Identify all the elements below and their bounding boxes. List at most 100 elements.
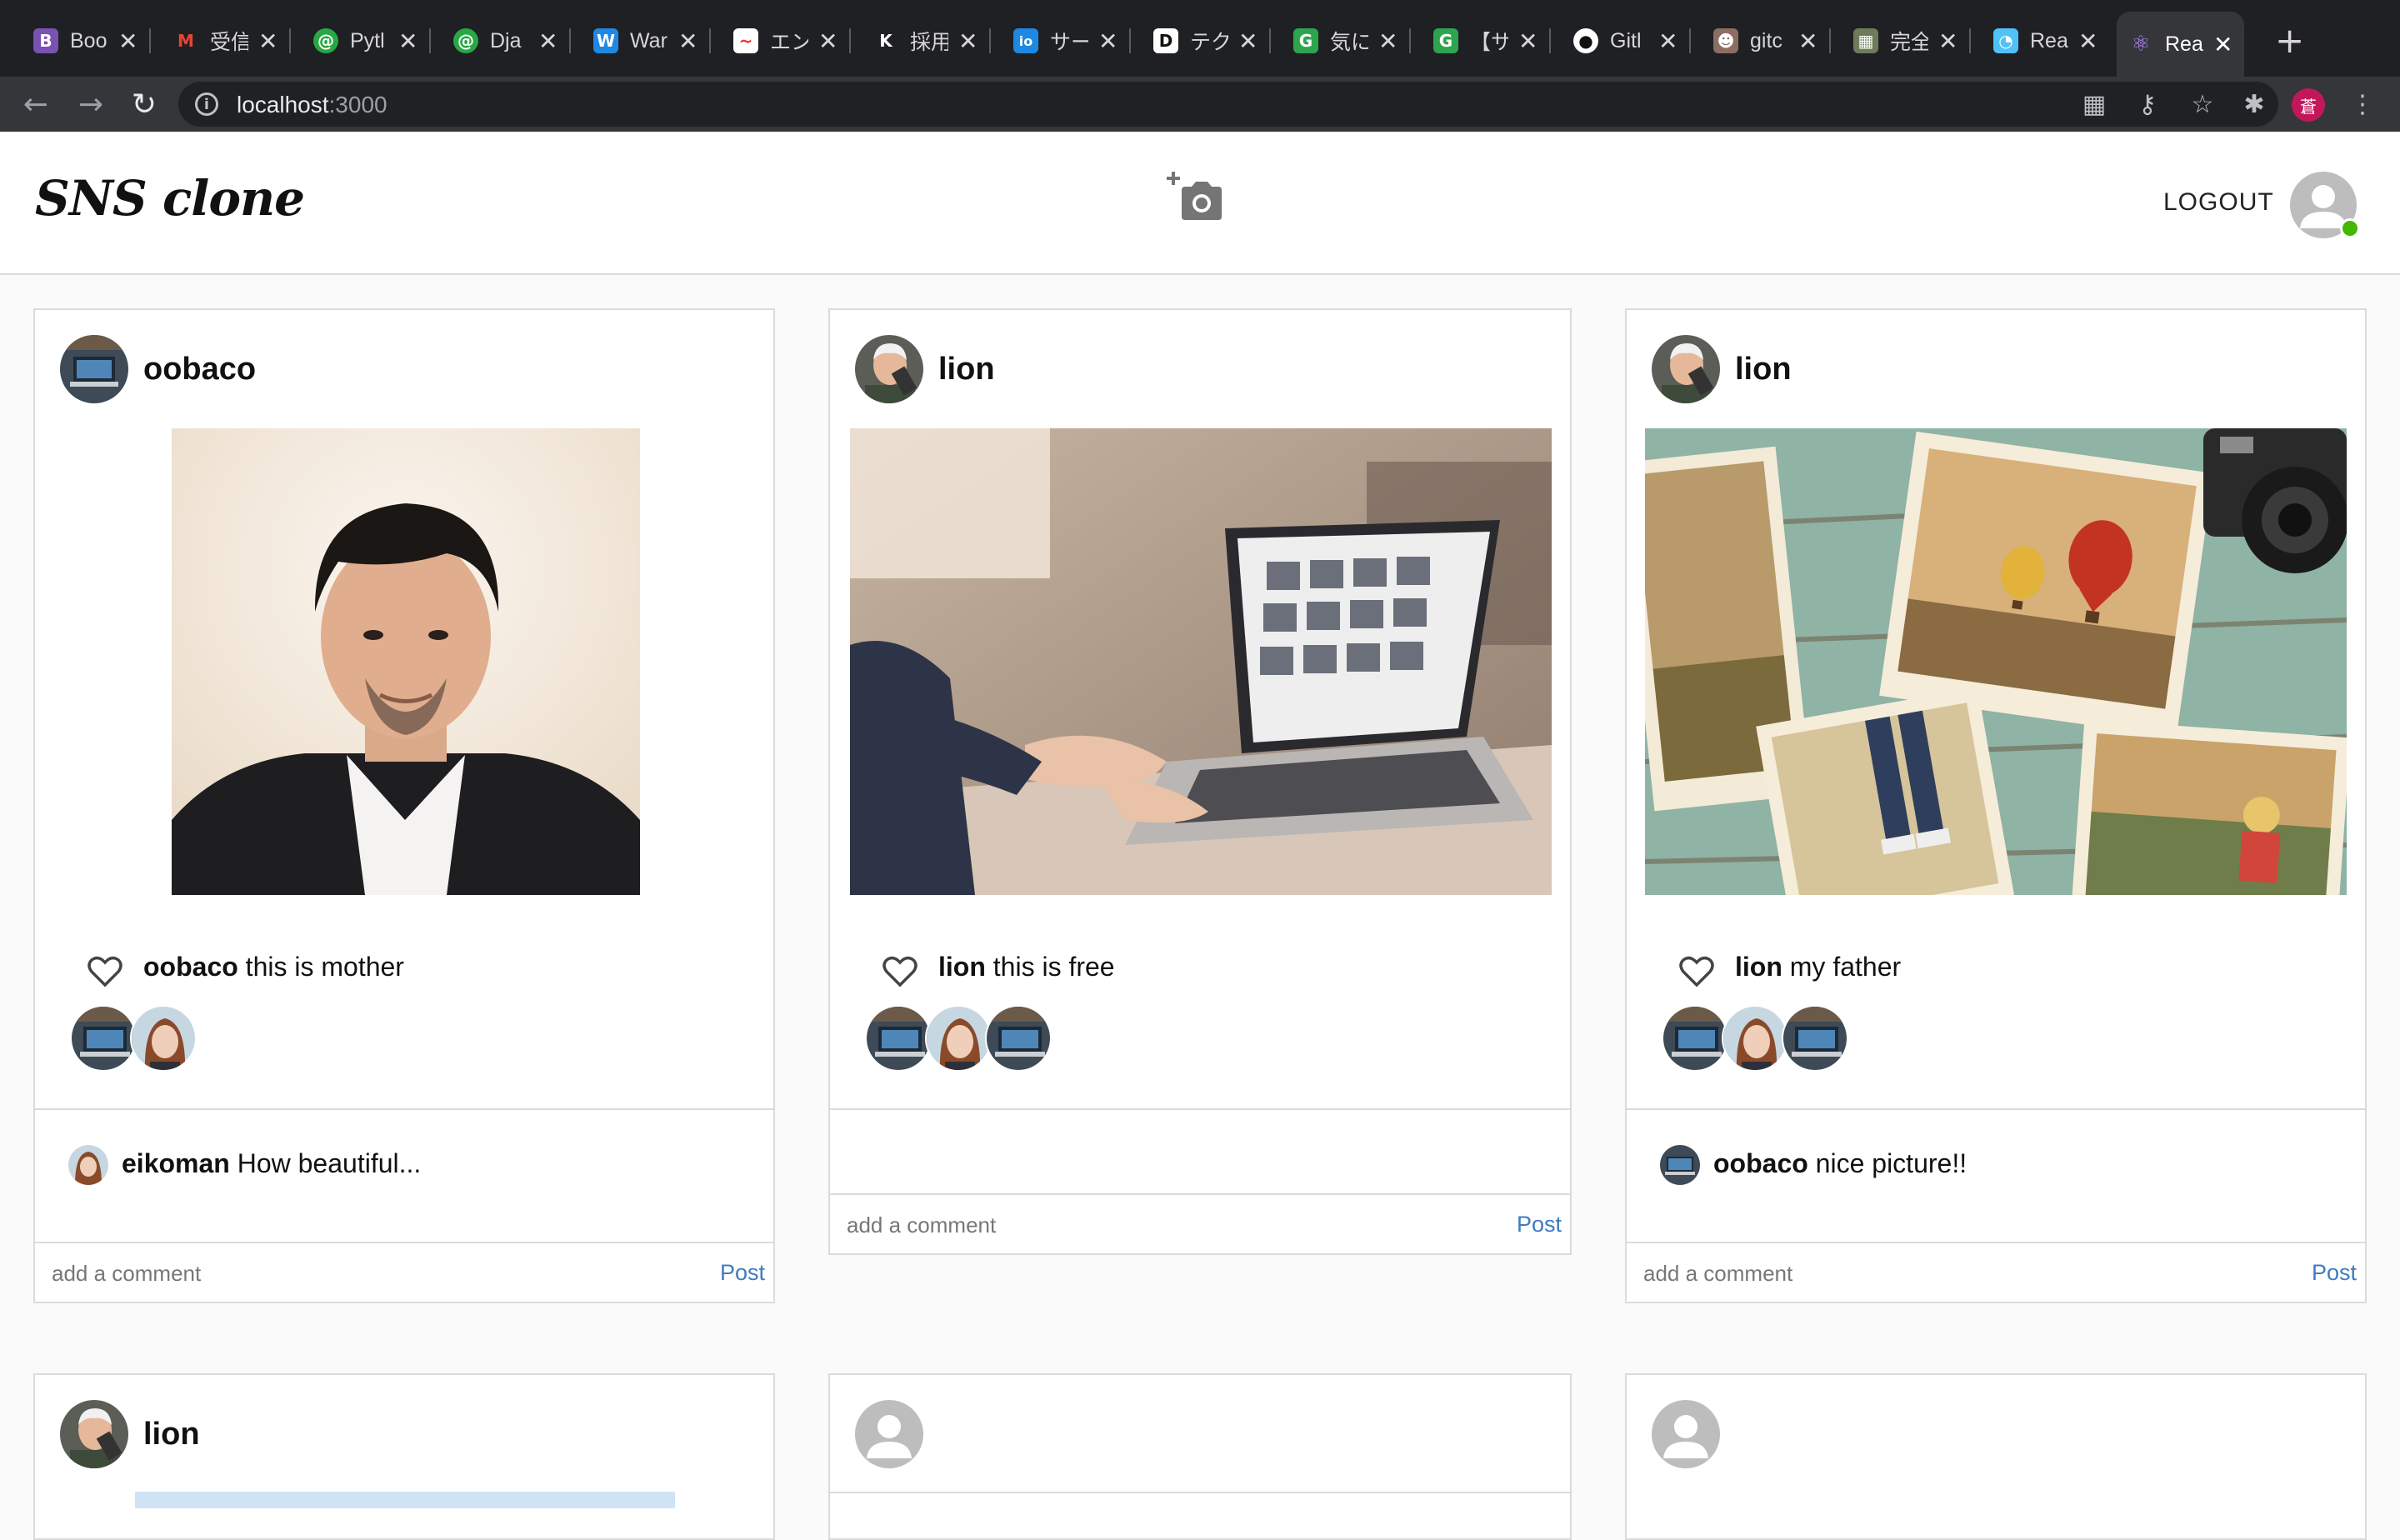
- comment-input[interactable]: [52, 1243, 569, 1302]
- tab-label: Rea: [2030, 28, 2068, 52]
- close-icon[interactable]: ✕: [1238, 28, 1258, 55]
- close-icon[interactable]: ✕: [1938, 28, 1958, 55]
- avatar[interactable]: [1652, 335, 1720, 403]
- post-button[interactable]: Post: [2312, 1260, 2357, 1286]
- avatar[interactable]: [68, 1145, 108, 1185]
- tab-react[interactable]: ◔ Rea ✕: [1982, 12, 2109, 70]
- avatar[interactable]: [1652, 1400, 1720, 1468]
- close-icon[interactable]: ✕: [258, 28, 278, 55]
- tab-gmail[interactable]: M 受信 ✕: [162, 12, 292, 70]
- heart-icon[interactable]: [882, 955, 918, 988]
- tab-github[interactable]: ● Gitl ✕: [1562, 12, 1692, 70]
- avatar[interactable]: [60, 1400, 128, 1468]
- close-icon[interactable]: ✕: [538, 28, 558, 55]
- online-status-badge: [2340, 218, 2360, 238]
- add-photo-icon[interactable]: [1167, 168, 1225, 227]
- comment-input[interactable]: [1643, 1243, 2161, 1302]
- close-icon[interactable]: ✕: [818, 28, 838, 55]
- forward-icon[interactable]: →: [72, 85, 110, 123]
- close-icon[interactable]: ✕: [2213, 31, 2232, 58]
- caption-username[interactable]: oobaco: [143, 952, 238, 982]
- tab-python[interactable]: @ Pytl ✕: [302, 12, 432, 70]
- tab-gitc[interactable]: ☻ gitc ✕: [1702, 12, 1832, 70]
- avatar[interactable]: [925, 1005, 992, 1072]
- tab-recruit[interactable]: K 採用 ✕: [862, 12, 992, 70]
- post-username[interactable]: lion: [1735, 352, 1792, 388]
- avatar[interactable]: [985, 1005, 1052, 1072]
- tab-label: Dja: [490, 28, 522, 52]
- caption-text: my father: [1782, 952, 1902, 982]
- new-tab-button[interactable]: +: [2275, 20, 2304, 61]
- info-icon[interactable]: i: [195, 92, 218, 116]
- post-button[interactable]: Post: [1517, 1212, 1562, 1238]
- photo-icon: ▦: [1853, 28, 1878, 53]
- tab-complete[interactable]: ▦ 完全 ✕: [1842, 12, 1972, 70]
- avatar[interactable]: [60, 335, 128, 403]
- logout-button[interactable]: LOGOUT: [2163, 188, 2274, 217]
- apps-grid-icon[interactable]: ▦: [2080, 90, 2108, 119]
- browser-toolbar: ← → ↻ i localhost:3000 ▦ ⚷ ☆ ✱ 蒼 ⋮: [0, 77, 2400, 132]
- back-icon[interactable]: ←: [17, 85, 55, 123]
- close-icon[interactable]: ✕: [398, 28, 418, 55]
- comment-input[interactable]: [847, 1195, 1365, 1253]
- avatar[interactable]: [1662, 1005, 1728, 1072]
- tab-tech[interactable]: D テク ✕: [1142, 12, 1272, 70]
- post-card: [1625, 1373, 2367, 1540]
- close-icon[interactable]: ✕: [2078, 28, 2098, 55]
- avatar[interactable]: [865, 1005, 932, 1072]
- circle-green-icon: @: [453, 28, 478, 53]
- tab-service[interactable]: io サー ✕: [1002, 12, 1132, 70]
- react-icon: ⚛: [2131, 32, 2151, 57]
- extensions-icon[interactable]: ✱: [2240, 90, 2268, 119]
- reload-icon[interactable]: ↻: [125, 85, 163, 123]
- star-icon[interactable]: ☆: [2188, 90, 2217, 119]
- heart-icon[interactable]: [87, 955, 123, 988]
- post-username[interactable]: lion: [143, 1417, 200, 1452]
- profile-avatar[interactable]: 蒼: [2292, 88, 2325, 122]
- post-username[interactable]: lion: [938, 352, 995, 388]
- tab-bootstrap[interactable]: B Boo ✕: [22, 12, 152, 70]
- close-icon[interactable]: ✕: [958, 28, 978, 55]
- tab-engineer[interactable]: ~ エン ✕: [722, 12, 852, 70]
- tab-react-active[interactable]: ⚛ Rea ✕: [2117, 12, 2245, 77]
- close-icon[interactable]: ✕: [1378, 28, 1398, 55]
- key-icon[interactable]: ⚷: [2133, 90, 2162, 119]
- g-icon: G: [1293, 28, 1318, 53]
- comment-username[interactable]: oobaco: [1713, 1148, 1808, 1178]
- tab-django[interactable]: @ Dja ✕: [442, 12, 572, 70]
- heart-icon[interactable]: [1678, 955, 1715, 988]
- close-icon[interactable]: ✕: [1518, 28, 1538, 55]
- tab-sa[interactable]: G 【サ ✕: [1422, 12, 1552, 70]
- caption-username[interactable]: lion: [938, 952, 986, 982]
- tab-war[interactable]: W War ✕: [582, 12, 712, 70]
- tab-label: 完全: [1890, 31, 1928, 54]
- app-header: SNS clone LOGOUT: [0, 132, 2400, 275]
- tab-label: Boo: [70, 28, 108, 52]
- url-text[interactable]: localhost:3000: [237, 92, 388, 118]
- comment-username[interactable]: eikoman: [122, 1148, 230, 1178]
- post-button[interactable]: Post: [720, 1260, 765, 1286]
- tab-label: Gitl: [1610, 28, 1642, 52]
- avatar[interactable]: [1660, 1145, 1700, 1185]
- avatar[interactable]: [855, 1400, 923, 1468]
- react-icon: ◔: [1993, 28, 2018, 53]
- avatar[interactable]: [70, 1005, 137, 1072]
- post-image: [1645, 428, 2347, 895]
- more-menu-icon[interactable]: ⋮: [2348, 90, 2377, 119]
- close-icon[interactable]: ✕: [118, 28, 138, 55]
- caption-username[interactable]: lion: [1735, 952, 1782, 982]
- avatar[interactable]: [1722, 1005, 1788, 1072]
- close-icon[interactable]: ✕: [1098, 28, 1118, 55]
- tab-favorites[interactable]: G 気に ✕: [1282, 12, 1412, 70]
- post-username[interactable]: oobaco: [143, 352, 256, 388]
- app-logo[interactable]: SNS clone: [35, 170, 305, 227]
- avatar[interactable]: [1782, 1005, 1848, 1072]
- address-bar[interactable]: i localhost:3000 ▦ ⚷ ☆: [178, 82, 2278, 127]
- close-icon[interactable]: ✕: [1798, 28, 1818, 55]
- gmail-icon: M: [178, 31, 194, 51]
- post-card: lion: [828, 308, 1572, 1255]
- avatar[interactable]: [855, 335, 923, 403]
- avatar[interactable]: [130, 1005, 197, 1072]
- close-icon[interactable]: ✕: [1658, 28, 1678, 55]
- close-icon[interactable]: ✕: [678, 28, 698, 55]
